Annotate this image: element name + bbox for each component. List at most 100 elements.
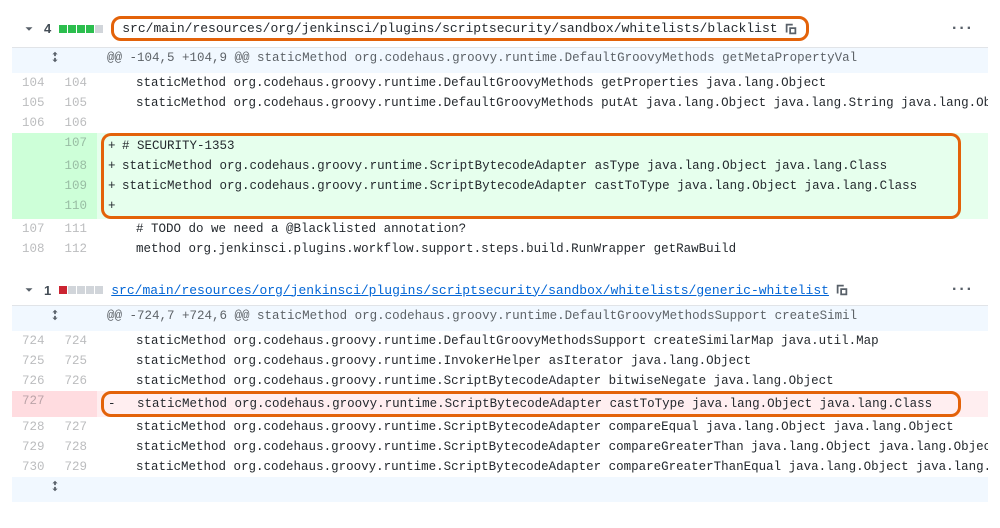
- line-number-old: 730: [12, 457, 55, 477]
- code-cell: staticMethod org.codehaus.groovy.runtime…: [97, 437, 988, 457]
- diff-sign: -: [108, 394, 122, 414]
- diff-line: 725725 staticMethod org.codehaus.groovy.…: [12, 351, 988, 371]
- diff-line: 106106: [12, 113, 988, 133]
- code-cell: + # SECURITY-1353: [97, 133, 988, 156]
- line-number-new: 108: [55, 156, 98, 176]
- diff-file: 1 src/main/resources/org/jenkinsci/plugin…: [12, 275, 988, 502]
- line-number-new: 724: [55, 331, 98, 351]
- diff-line: 108112 method org.jenkinsci.plugins.work…: [12, 239, 988, 259]
- code-text: staticMethod org.codehaus.groovy.runtime…: [121, 374, 834, 388]
- line-number-old: 105: [12, 93, 55, 113]
- diff-line: 110 +: [12, 196, 988, 219]
- diff-line: 107111 # TODO do we need a @Blacklisted …: [12, 219, 988, 239]
- line-number-new: 104: [55, 73, 98, 93]
- code-cell: staticMethod org.codehaus.groovy.runtime…: [97, 351, 988, 371]
- file-path-group: src/main/resources/org/jenkinsci/plugins…: [111, 16, 808, 41]
- line-number-old: [12, 176, 55, 196]
- diff-sign: +: [108, 136, 122, 156]
- diffstat-block: [68, 25, 76, 33]
- code-text: staticMethod org.codehaus.groovy.runtime…: [122, 179, 917, 193]
- code-text: staticMethod org.codehaus.groovy.runtime…: [121, 440, 988, 454]
- code-text: staticMethod org.codehaus.groovy.runtime…: [121, 76, 826, 90]
- diffstat-count: 1: [44, 283, 51, 298]
- diff-sign: +: [108, 176, 122, 196]
- diff-line: 730729 staticMethod org.codehaus.groovy.…: [12, 457, 988, 477]
- line-number-new: 725: [55, 351, 98, 371]
- code-text: staticMethod org.codehaus.groovy.runtime…: [122, 159, 887, 173]
- code-cell: + staticMethod org.codehaus.groovy.runti…: [97, 176, 988, 196]
- line-number-old: 107: [12, 219, 55, 239]
- line-number-new: 728: [55, 437, 98, 457]
- code-cell: [97, 113, 988, 133]
- kebab-menu[interactable]: ···: [948, 20, 978, 38]
- diffstat-block: [95, 25, 103, 33]
- line-number-old: [12, 196, 55, 219]
- line-number-old: 729: [12, 437, 55, 457]
- diff-sign: [107, 371, 121, 391]
- diff-line: 105105 staticMethod org.codehaus.groovy.…: [12, 93, 988, 113]
- file-path-group: src/main/resources/org/jenkinsci/plugins…: [111, 283, 849, 298]
- code-text: # SECURITY-1353: [122, 139, 235, 153]
- code-cell: + staticMethod org.codehaus.groovy.runti…: [97, 156, 988, 176]
- code-cell: staticMethod org.codehaus.groovy.runtime…: [97, 331, 988, 351]
- diff-line: 104104 staticMethod org.codehaus.groovy.…: [12, 73, 988, 93]
- line-number-new: 106: [55, 113, 98, 133]
- code-cell: +: [97, 196, 988, 219]
- line-number-old: 725: [12, 351, 55, 371]
- expand-icon[interactable]: [12, 306, 97, 331]
- line-number-new: 727: [55, 417, 98, 437]
- kebab-menu[interactable]: ···: [948, 281, 978, 299]
- line-number-old: 724: [12, 331, 55, 351]
- diff-sign: [107, 351, 121, 371]
- diff-file: 4src/main/resources/org/jenkinsci/plugin…: [12, 10, 988, 259]
- file-header: 4src/main/resources/org/jenkinsci/plugin…: [12, 10, 988, 48]
- code-cell: method org.jenkinsci.plugins.workflow.su…: [97, 239, 988, 259]
- diffstat-block: [77, 25, 85, 33]
- diff-line: 109+ staticMethod org.codehaus.groovy.ru…: [12, 176, 988, 196]
- expand-icon[interactable]: [12, 477, 97, 502]
- diff-sign: [107, 417, 121, 437]
- diff-sign: [107, 219, 121, 239]
- line-number-new: 107: [55, 133, 98, 156]
- line-number-new: 729: [55, 457, 98, 477]
- diff-sign: [107, 331, 121, 351]
- file-path: src/main/resources/org/jenkinsci/plugins…: [122, 21, 777, 36]
- code-cell: staticMethod org.codehaus.groovy.runtime…: [97, 371, 988, 391]
- diff-line: 727- staticMethod org.codehaus.groovy.ru…: [12, 391, 988, 417]
- line-number-new: 112: [55, 239, 98, 259]
- diffstat-block: [77, 286, 85, 294]
- diffstat-block: [59, 286, 67, 294]
- diffstat-block: [86, 25, 94, 33]
- code-cell: staticMethod org.codehaus.groovy.runtime…: [97, 73, 988, 93]
- code-text: staticMethod org.codehaus.groovy.runtime…: [121, 96, 988, 110]
- diff-line: 107+ # SECURITY-1353: [12, 133, 988, 156]
- diff-line: 729728 staticMethod org.codehaus.groovy.…: [12, 437, 988, 457]
- line-number-new: 110: [55, 196, 98, 219]
- diff-sign: +: [108, 196, 122, 216]
- diff-sign: [107, 73, 121, 93]
- diffstat-bar: [59, 25, 103, 33]
- line-number-old: 104: [12, 73, 55, 93]
- expand-row: [97, 477, 988, 502]
- copy-icon[interactable]: [835, 283, 849, 297]
- diff-line: 726726 staticMethod org.codehaus.groovy.…: [12, 371, 988, 391]
- code-text: staticMethod org.codehaus.groovy.runtime…: [121, 354, 751, 368]
- diff-sign: [107, 457, 121, 477]
- copy-icon[interactable]: [784, 22, 798, 36]
- expand-icon[interactable]: [12, 48, 97, 73]
- diff-line: 724724 staticMethod org.codehaus.groovy.…: [12, 331, 988, 351]
- hunk-header: @@ -104,5 +104,9 @@ staticMethod org.cod…: [97, 48, 988, 73]
- line-number-new: 111: [55, 219, 98, 239]
- code-text: staticMethod org.codehaus.groovy.runtime…: [121, 420, 954, 434]
- file-path[interactable]: src/main/resources/org/jenkinsci/plugins…: [111, 283, 829, 298]
- line-number-new: 109: [55, 176, 98, 196]
- line-number-old: 108: [12, 239, 55, 259]
- diffstat-block: [68, 286, 76, 294]
- diffstat-block: [86, 286, 94, 294]
- chevron-down-icon[interactable]: [22, 22, 36, 36]
- diff-sign: [107, 113, 121, 133]
- chevron-down-icon[interactable]: [22, 283, 36, 297]
- diff-sign: [107, 93, 121, 113]
- code-cell: staticMethod org.codehaus.groovy.runtime…: [97, 417, 988, 437]
- line-number-old: 728: [12, 417, 55, 437]
